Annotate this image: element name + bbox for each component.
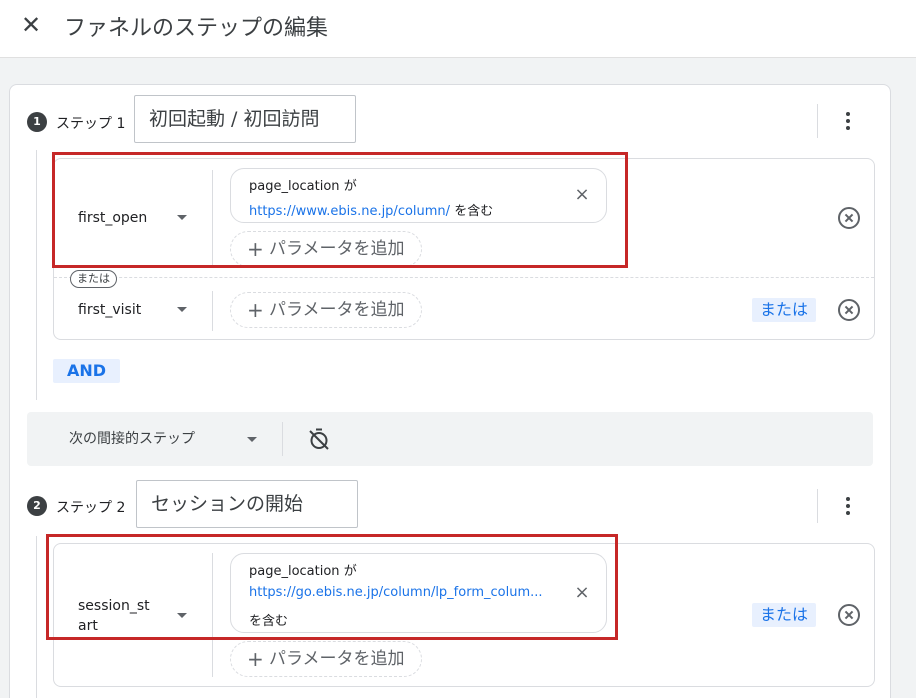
chevron-down-icon[interactable] [247,437,257,442]
remove-condition-icon[interactable] [838,604,860,626]
event-divider [212,553,213,677]
parameter-chip[interactable]: page_location が https://www.ebis.ne.jp/c… [230,168,607,223]
plus-icon: + [247,647,264,671]
close-icon[interactable]: × [572,583,592,603]
step-2-label: ステップ 2 [56,500,126,516]
step-relation-label[interactable]: 次の間接的ステップ [69,428,195,448]
step-1-name-input[interactable]: 初回起動 / 初回訪問 [134,95,356,143]
chevron-down-icon[interactable] [177,307,187,312]
dialog-header: ✕ ファネルのステップの編集 [0,0,916,58]
dialog-title: ファネルのステップの編集 [64,16,329,41]
step-2-name-input[interactable]: セッションの開始 [136,480,358,528]
step-1-label: ステップ 1 [56,116,126,132]
parameter-value: https://go.ebis.ne.jp/column/lp_form_col… [249,585,543,600]
and-button[interactable]: AND [53,359,121,383]
or-button[interactable]: または [752,603,817,627]
step-1-number: 1 [27,112,47,132]
parameter-suffix: を含む [249,614,289,629]
step-relation-bar: 次の間接的ステップ [27,412,873,466]
parameter-value: https://www.ebis.ne.jp/column/ [249,204,451,219]
plus-icon: + [247,298,264,322]
chevron-down-icon[interactable] [177,215,187,220]
remove-condition-icon[interactable] [838,207,860,229]
step-2-event-session-start[interactable]: session_st art [78,596,150,636]
step-2-connector [36,536,37,698]
add-parameter-button[interactable]: + パラメータを追加 [230,231,422,267]
add-parameter-button[interactable]: + パラメータを追加 [230,641,422,677]
event-divider [212,170,213,266]
step-1-connector [36,150,37,400]
step-2-divider [817,489,818,523]
parameter-name: page_location [249,564,340,579]
timer-off-icon[interactable] [307,427,331,451]
step-2-number: 2 [27,496,47,516]
parameter-suffix: を含む [454,204,494,219]
parameter-name: page_location [249,179,340,194]
step-1-event-first-visit[interactable]: first_visit [78,300,141,320]
or-separator [54,277,874,278]
parameter-operator: が [343,564,357,579]
step-2-more-icon[interactable] [836,494,860,518]
or-tag: または [70,270,117,288]
close-icon[interactable]: ✕ [18,12,44,38]
parameter-operator: が [343,179,357,194]
relation-divider [282,422,283,456]
step-1-more-icon[interactable] [836,109,860,133]
parameter-chip[interactable]: page_location が https://go.ebis.ne.jp/co… [230,553,607,633]
plus-icon: + [247,237,264,261]
event-divider [212,291,213,331]
or-button[interactable]: または [752,298,817,322]
step-1-event-first-open[interactable]: first_open [78,208,147,228]
chevron-down-icon[interactable] [177,613,187,618]
step-1-divider [817,104,818,138]
close-icon[interactable]: × [572,185,592,205]
add-parameter-button[interactable]: + パラメータを追加 [230,292,422,328]
remove-condition-icon[interactable] [838,299,860,321]
